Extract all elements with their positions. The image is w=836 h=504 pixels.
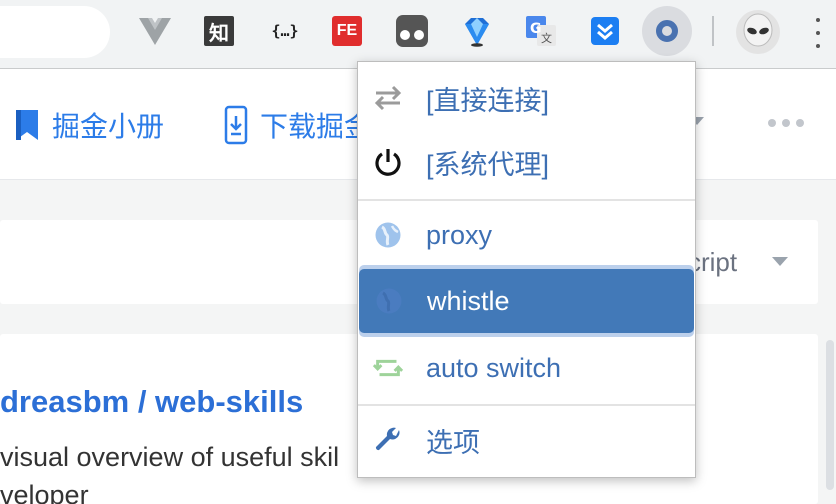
- profile-avatar[interactable]: [736, 10, 780, 54]
- switchyomega-ring-icon: [656, 20, 678, 42]
- chevron-down-icon[interactable]: [772, 257, 788, 266]
- nav-item-label: 掘金小册: [52, 111, 165, 142]
- alien-avatar-icon: [743, 13, 773, 47]
- wrench-icon: [372, 424, 404, 456]
- menu-item-options[interactable]: 选项: [358, 408, 695, 472]
- power-icon: [372, 146, 404, 178]
- fehelper-label: FE: [336, 22, 358, 39]
- address-bar[interactable]: [0, 6, 110, 58]
- gem-icon: [465, 18, 489, 47]
- menu-separator: [358, 199, 695, 201]
- browser-menu-button[interactable]: [814, 18, 822, 48]
- translate-icon: G 文: [526, 16, 556, 46]
- eyes-extension-button[interactable]: [396, 15, 428, 47]
- toolbar-divider: [712, 16, 714, 46]
- svg-text:G: G: [530, 21, 542, 37]
- zhihu-extension-button[interactable]: 知: [204, 16, 234, 46]
- google-translate-extension-button[interactable]: G 文: [524, 14, 558, 48]
- menu-item-label: proxy: [426, 219, 493, 250]
- vue-logo-icon: [139, 18, 171, 45]
- dot-icon: [796, 119, 804, 127]
- retweet-icon: [372, 352, 404, 384]
- svg-text:文: 文: [541, 31, 552, 45]
- sapphire-extension-button[interactable]: [460, 14, 494, 48]
- fehelper-extension-button[interactable]: FE: [332, 16, 362, 46]
- proxy-switch-popup: [直接连接] [系统代理] proxy whistle auto switch …: [357, 61, 696, 478]
- menu-item-whistle[interactable]: whistle: [359, 269, 694, 333]
- nav-more-button[interactable]: [768, 119, 804, 127]
- scrollbar-thumb[interactable]: [826, 340, 834, 490]
- nav-item-download-app[interactable]: 下载掘金: [224, 105, 372, 145]
- page-scrollbar[interactable]: [822, 334, 836, 496]
- menu-item-label: 选项: [426, 427, 480, 458]
- json-viewer-label: {…}: [271, 22, 299, 40]
- menu-item-auto-switch[interactable]: auto switch: [358, 336, 695, 400]
- eye-icon: [400, 30, 410, 40]
- repo-description: visual overview of useful skil: [0, 442, 340, 472]
- bookmark-icon: [16, 110, 38, 140]
- globe-icon: [373, 285, 405, 317]
- double-chevron-icon: [591, 17, 619, 45]
- dot-icon: [782, 119, 790, 127]
- menu-item-label: [系统代理]: [426, 149, 550, 180]
- menu-item-direct[interactable]: [直接连接]: [358, 66, 695, 130]
- nav-item-label: 下载掘金: [260, 111, 373, 142]
- globe-icon: [372, 219, 404, 251]
- pocket-extension-button[interactable]: [588, 14, 622, 48]
- menu-separator: [358, 404, 695, 406]
- nav-item-juejin-booklet[interactable]: 掘金小册: [14, 105, 164, 145]
- menu-item-system-proxy[interactable]: [系统代理]: [358, 130, 695, 194]
- menu-item-label: [直接连接]: [426, 85, 550, 116]
- direct-arrows-icon: [372, 82, 404, 114]
- dot-icon: [816, 31, 820, 35]
- menu-item-label: whistle: [427, 285, 510, 316]
- phone-download-icon: [224, 105, 248, 145]
- switchyomega-extension-button[interactable]: [642, 6, 692, 56]
- menu-item-proxy[interactable]: proxy: [358, 203, 695, 267]
- dot-icon: [768, 119, 776, 127]
- menu-item-label: auto switch: [426, 352, 562, 383]
- repo-description-continued: veloper: [0, 480, 89, 504]
- dot-icon: [816, 44, 820, 48]
- json-viewer-extension-button[interactable]: {…}: [268, 14, 302, 48]
- repo-title-link[interactable]: dreasbm / web-skills: [0, 384, 303, 420]
- vue-devtools-extension-button[interactable]: [138, 14, 172, 48]
- browser-toolbar: 知 {…} FE G 文: [0, 0, 836, 69]
- dot-icon: [816, 18, 820, 22]
- eye-icon: [414, 30, 424, 40]
- zhihu-label: 知: [209, 22, 229, 45]
